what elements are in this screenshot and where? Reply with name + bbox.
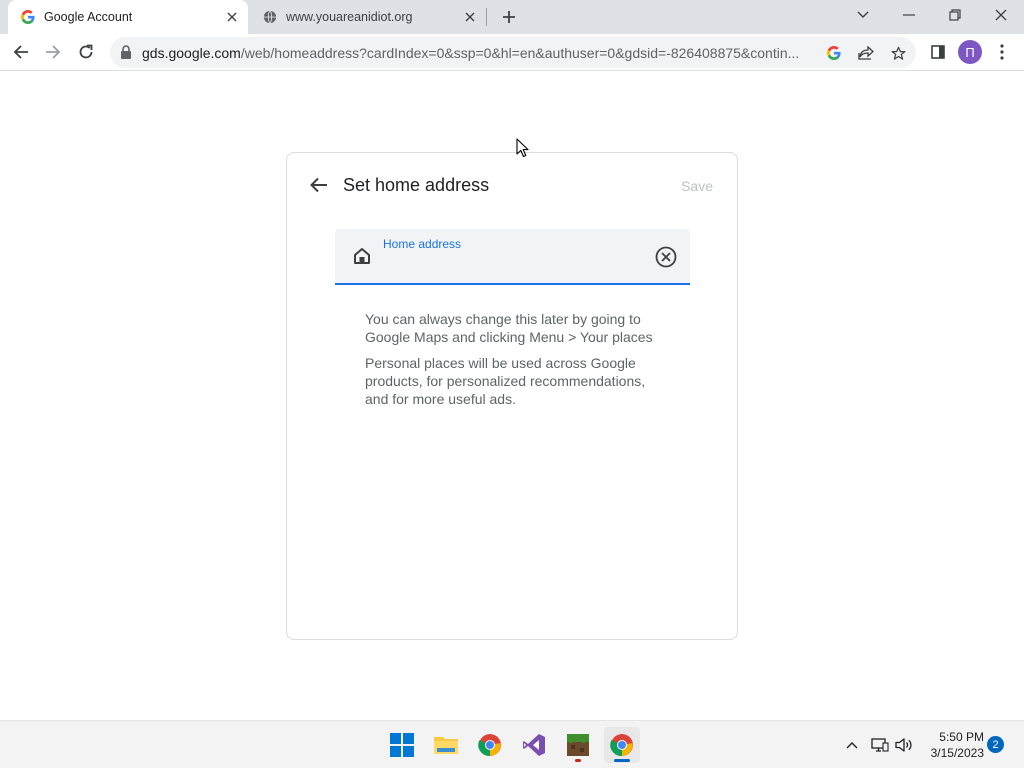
volume-icon[interactable] xyxy=(894,735,914,755)
windows-start-icon[interactable] xyxy=(384,727,420,763)
home-icon xyxy=(353,247,371,270)
forward-button[interactable] xyxy=(40,39,66,65)
globe-icon xyxy=(262,9,278,25)
tab-strip: Google Account www.youareanidiot.org xyxy=(0,0,1024,34)
reload-button[interactable] xyxy=(73,39,99,65)
lock-icon[interactable] xyxy=(120,45,132,64)
back-button[interactable] xyxy=(8,39,34,65)
page-title: Set home address xyxy=(343,175,490,195)
clock-date: 3/15/2023 xyxy=(930,746,984,760)
home-address-input[interactable] xyxy=(383,255,643,277)
chrome-icon[interactable] xyxy=(604,727,640,763)
more-menu-icon[interactable] xyxy=(989,39,1015,65)
close-window-button[interactable] xyxy=(988,4,1014,26)
minecraft-icon[interactable] xyxy=(560,727,596,763)
address-bar[interactable]: gds.google.com/web/homeaddress?cardIndex… xyxy=(110,37,916,68)
chrome-icon[interactable] xyxy=(472,727,508,763)
app-active-indicator xyxy=(614,759,630,762)
url-path: /web/homeaddress?cardIndex=0&ssp=0&hl=en… xyxy=(240,45,800,61)
url-text[interactable]: gds.google.com/web/homeaddress?cardIndex… xyxy=(142,45,814,61)
network-icon[interactable] xyxy=(870,735,890,755)
tab-search-chevron-icon[interactable] xyxy=(850,4,876,26)
notification-badge[interactable]: 2 xyxy=(987,736,1004,753)
tab-title: www.youareanidiot.org xyxy=(286,10,413,24)
restore-button[interactable] xyxy=(942,4,968,26)
tab-divider xyxy=(486,8,487,26)
mouse-cursor-icon xyxy=(516,138,529,163)
tab-google-account[interactable]: Google Account xyxy=(8,0,248,34)
clock[interactable]: 5:50 PM 3/15/2023 xyxy=(918,729,984,761)
visual-studio-icon[interactable] xyxy=(516,727,552,763)
show-hidden-icons-chevron-icon[interactable] xyxy=(842,735,862,755)
google-lens-icon[interactable] xyxy=(823,42,845,64)
close-tab-icon[interactable] xyxy=(460,7,480,27)
share-icon[interactable] xyxy=(855,42,877,64)
close-tab-icon[interactable] xyxy=(222,7,242,27)
google-g-icon xyxy=(20,9,36,25)
clear-icon[interactable] xyxy=(654,245,678,269)
file-explorer-icon[interactable] xyxy=(428,727,464,763)
personal-places-note: Personal places will be used across Goog… xyxy=(365,355,646,407)
bookmark-star-icon[interactable] xyxy=(887,42,909,64)
save-button[interactable]: Save xyxy=(681,178,713,194)
app-running-indicator xyxy=(575,759,581,762)
browser-toolbar: gds.google.com/web/homeaddress?cardIndex… xyxy=(0,34,1024,71)
tab-title: Google Account xyxy=(44,10,133,24)
minimize-button[interactable] xyxy=(896,4,922,26)
tab-youareanidiot[interactable]: www.youareanidiot.org xyxy=(250,0,486,34)
home-address-field[interactable]: Home address xyxy=(335,229,690,285)
windows-taskbar: 5:50 PM 3/15/2023 2 xyxy=(0,720,1024,768)
back-arrow-button[interactable] xyxy=(307,173,331,197)
field-label: Home address xyxy=(383,237,462,251)
change-later-note: You can always change this later by goin… xyxy=(365,311,653,345)
clock-time: 5:50 PM xyxy=(939,730,984,744)
side-panel-icon[interactable] xyxy=(925,39,951,65)
new-tab-button[interactable] xyxy=(498,6,520,28)
url-host: gds.google.com xyxy=(142,45,241,61)
set-home-address-card: Set home address Save Home address You c… xyxy=(286,152,738,640)
profile-avatar[interactable]: П xyxy=(958,40,982,64)
